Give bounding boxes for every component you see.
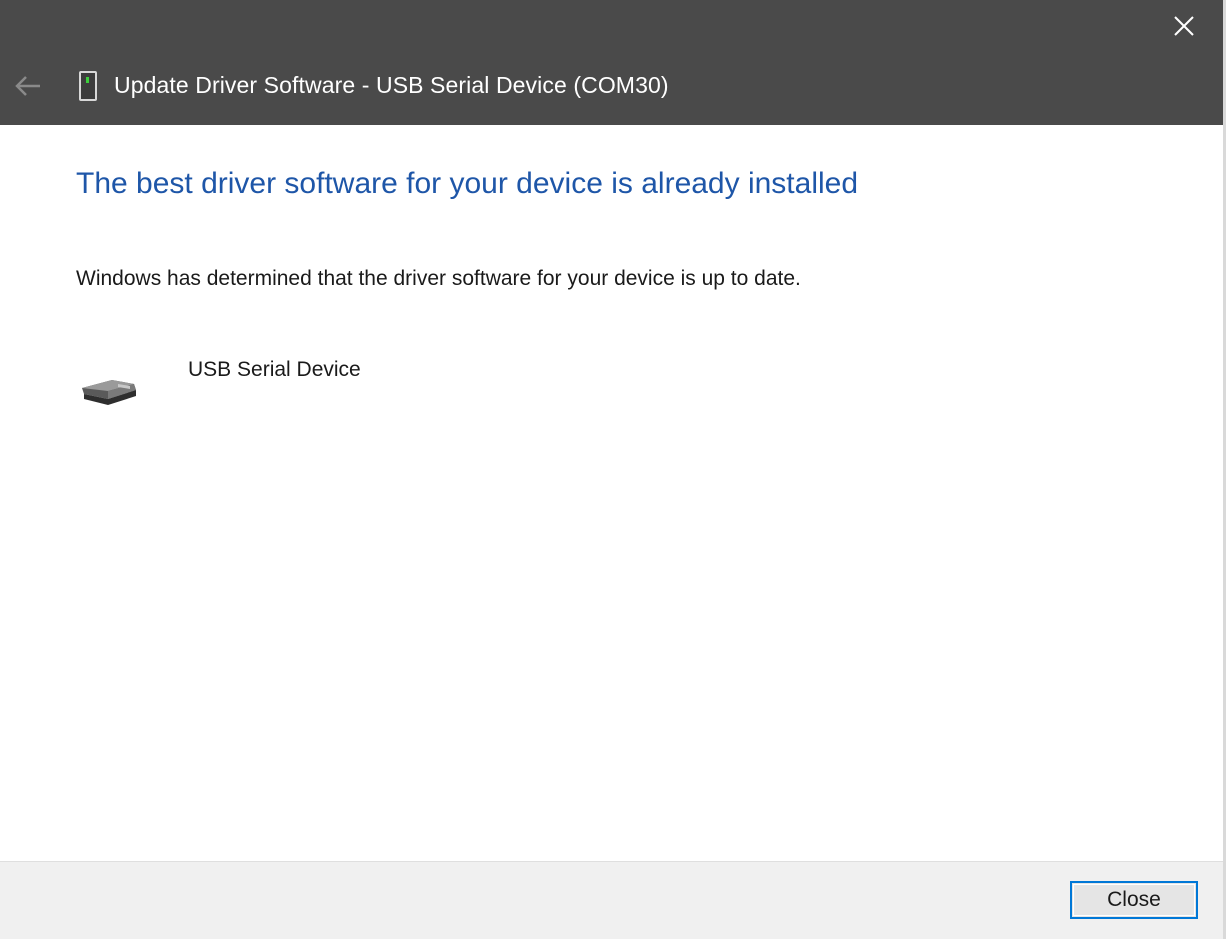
close-button[interactable]: Close [1070, 881, 1198, 919]
page-heading: The best driver software for your device… [76, 167, 859, 200]
window-title: Update Driver Software - USB Serial Devi… [114, 72, 669, 98]
back-arrow-icon[interactable] [10, 68, 46, 104]
dialog-footer: Close [0, 861, 1223, 939]
device-name: USB Serial Device [188, 358, 361, 381]
device-manager-icon [78, 71, 98, 101]
update-driver-dialog: Update Driver Software - USB Serial Devi… [0, 0, 1226, 939]
title-bar: Update Driver Software - USB Serial Devi… [0, 0, 1223, 125]
status-message: Windows has determined that the driver s… [76, 267, 801, 290]
close-icon[interactable] [1163, 6, 1205, 46]
usb-device-icon [78, 372, 140, 408]
